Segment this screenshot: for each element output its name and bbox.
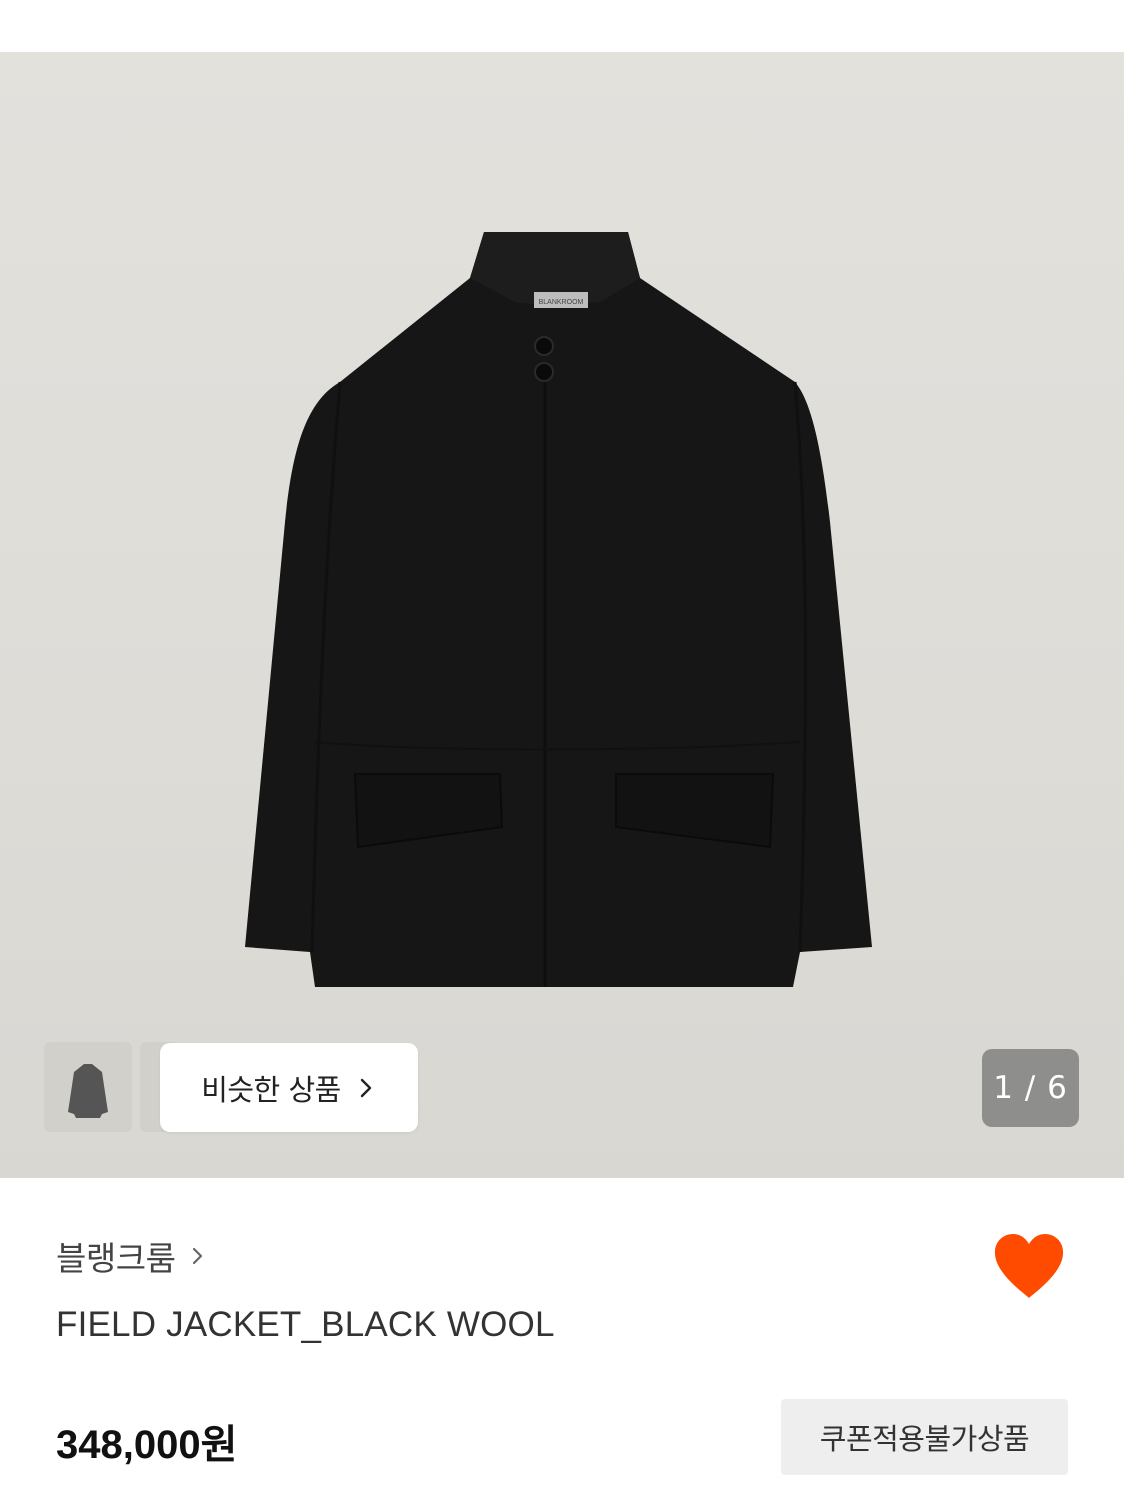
thumbnail-1[interactable] — [44, 1042, 132, 1132]
heart-icon[interactable] — [992, 1232, 1066, 1300]
image-counter: 1 / 6 — [982, 1049, 1079, 1127]
brand-link[interactable]: 블랭크룸 — [56, 1232, 207, 1280]
product-image: BLANKROOM — [245, 232, 872, 987]
coupon-unavailable-badge: 쿠폰적용불가상품 — [781, 1399, 1068, 1475]
similar-products-label: 비슷한 상품 — [201, 1072, 341, 1107]
jacket-thumbnail-icon — [44, 1042, 132, 1132]
logo-label-text: BLANKROOM — [539, 299, 584, 306]
similar-products-button[interactable]: 비슷한 상품 — [160, 1043, 418, 1132]
chevron-right-icon — [360, 1078, 372, 1097]
top-spacer — [0, 0, 1124, 52]
product-title: FIELD JACKET_BLACK WOOL — [56, 1305, 555, 1344]
brand-name: 블랭크룸 — [56, 1239, 176, 1278]
product-price: 348,000원 — [56, 1423, 238, 1467]
product-image-gallery[interactable]: BLANKROOM 비슷한 상품 1 / 6 — [0, 52, 1124, 1178]
chevron-right-icon — [193, 1247, 203, 1265]
